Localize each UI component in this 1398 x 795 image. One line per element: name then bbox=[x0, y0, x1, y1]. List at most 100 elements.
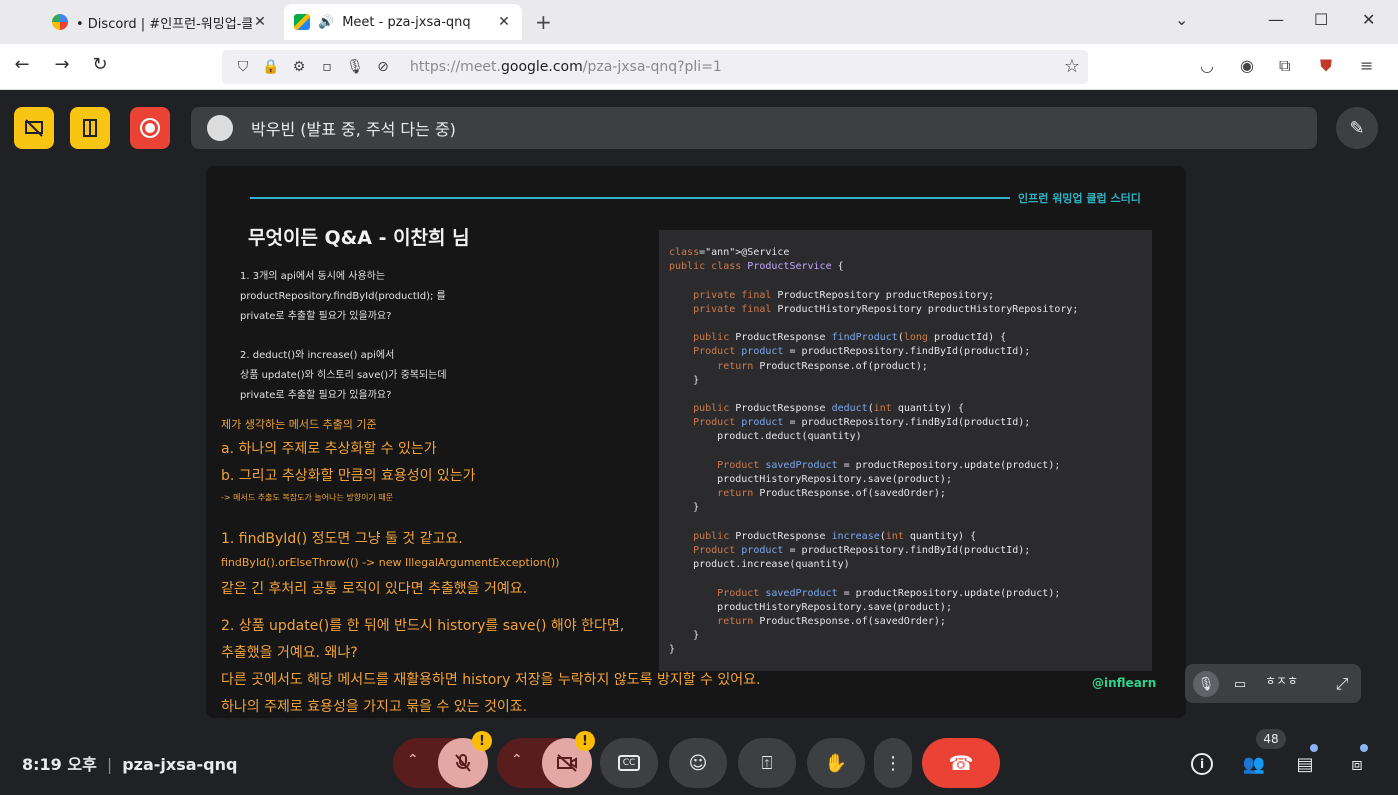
url-domain: google.com bbox=[501, 59, 583, 75]
url-prefix: https://meet. bbox=[410, 59, 501, 75]
question-line: productRepository.findById(productId); 를 bbox=[240, 291, 446, 302]
code-line: product.deduct(quantity) bbox=[669, 431, 862, 443]
answer-line: a. 하나의 주제로 추상화할 수 있는가 bbox=[221, 441, 437, 457]
info-icon[interactable]: i bbox=[1188, 750, 1216, 778]
chevron-up-icon[interactable]: ⌃ bbox=[511, 752, 523, 768]
expand-icon[interactable]: ⤢ bbox=[1329, 671, 1355, 697]
code-line: } bbox=[669, 374, 700, 386]
speaker-icon[interactable]: 🔊 bbox=[318, 15, 334, 30]
code-line: private final ProductHistoryRepository p… bbox=[693, 303, 1079, 315]
code-line: class="ann">@Service bbox=[669, 247, 790, 258]
url-text[interactable]: https://meet.google.com/pza-jxsa-qnq?pli… bbox=[410, 59, 722, 75]
maximize-icon[interactable]: ☐ bbox=[1314, 10, 1328, 29]
separator: | bbox=[106, 755, 113, 774]
chevron-up-icon[interactable]: ⌃ bbox=[407, 752, 419, 768]
mic-off-icon[interactable]: 🎙 bbox=[344, 56, 366, 78]
permissions-icon[interactable]: ⚙ bbox=[288, 56, 310, 78]
code-line: Product product = productRepository.find… bbox=[693, 346, 1031, 358]
participants-count-badge: 48 bbox=[1256, 729, 1286, 749]
emoji-icon: ☺ bbox=[688, 752, 708, 774]
tab-close-icon[interactable]: ✕ bbox=[496, 14, 512, 30]
answer-line: 2. 상품 update()를 한 뒤에 반드시 history를 save()… bbox=[221, 618, 625, 634]
pocket-icon[interactable]: ◡ bbox=[1200, 56, 1214, 75]
captions-button[interactable]: CC bbox=[600, 738, 658, 788]
tab-discord[interactable]: • Discord | #인프런-워밍업-클 ✕ bbox=[42, 4, 278, 40]
minimize-icon[interactable]: — bbox=[1268, 10, 1284, 29]
people-icon[interactable]: 👥 bbox=[1240, 750, 1268, 778]
back-arrow-icon[interactable]: ← bbox=[10, 54, 34, 75]
activities-icon[interactable]: ⧈ bbox=[1343, 750, 1371, 778]
present-button[interactable]: ⍐ bbox=[738, 738, 796, 788]
question-line: 2. deduct()와 increase() api에서 bbox=[240, 350, 395, 361]
tab-title: • Discord | #인프런-워밍업-클 bbox=[76, 16, 252, 32]
self-view-tile[interactable]: 🎙 ▭ ㅎㅈㅎ ⤢ bbox=[1185, 664, 1361, 703]
shield-icon[interactable]: ⛉ bbox=[232, 56, 254, 78]
chat-icon[interactable]: ▤ bbox=[1291, 750, 1319, 778]
reload-icon[interactable]: ↻ bbox=[88, 54, 112, 75]
leave-presentation-button[interactable] bbox=[70, 107, 110, 149]
meet-favicon-icon bbox=[294, 14, 310, 30]
end-call-button[interactable]: ☎ bbox=[922, 738, 1000, 788]
camera-off-icon[interactable]: ▫ bbox=[316, 56, 338, 78]
lock-icon[interactable]: 🔒 bbox=[260, 56, 282, 78]
more-options-button[interactable]: ⋮ bbox=[874, 738, 912, 788]
answer-line: 제가 생각하는 메서드 추출의 기준 bbox=[221, 418, 377, 431]
new-tab-button[interactable]: + bbox=[535, 10, 552, 34]
screen-off-icon bbox=[25, 119, 43, 137]
tracking-off-icon[interactable]: ⊘ bbox=[372, 56, 394, 78]
extensions-icon[interactable]: ⧉ bbox=[1279, 56, 1290, 76]
code-line: productHistoryRepository.save(product); bbox=[669, 474, 952, 485]
browser-nav-bar: ← → ↻ ⛉ 🔒 ⚙ ▫ 🎙 ⊘ https://meet.google.co… bbox=[0, 44, 1398, 90]
tab-title: Meet - pza-jxsa-qnq bbox=[342, 14, 471, 30]
answer-line: 같은 긴 후처리 공통 로직이 있다면 추출했을 거예요. bbox=[221, 581, 528, 597]
slide-top-rule bbox=[250, 197, 1010, 199]
question-line: 1. 3개의 api에서 동시에 사용하는 bbox=[240, 271, 386, 282]
record-icon bbox=[140, 118, 160, 138]
present-off-button[interactable] bbox=[14, 107, 54, 149]
tab-meet[interactable]: 🔊 Meet - pza-jxsa-qnq ✕ bbox=[284, 4, 522, 40]
presenter-text: 박우빈 (발표 중, 주석 다는 중) bbox=[251, 120, 456, 139]
annotate-pen-icon[interactable]: ✎ bbox=[1336, 107, 1378, 149]
discord-favicon-icon bbox=[52, 14, 68, 30]
record-button[interactable] bbox=[130, 107, 170, 149]
bookmark-star-icon[interactable]: ☆ bbox=[1064, 56, 1080, 77]
code-line: product.increase(quantity) bbox=[669, 559, 850, 571]
code-line: public ProductResponse increase(int quan… bbox=[693, 530, 977, 542]
tab-list-chevron-icon[interactable]: ⌄ bbox=[1175, 10, 1188, 29]
question-line: 상품 update()와 히스토리 save()가 중복되는데 bbox=[240, 370, 447, 381]
mic-warning-icon: ! bbox=[472, 731, 492, 751]
raise-hand-button[interactable]: ✋ bbox=[807, 738, 865, 788]
code-line: Product product = productRepository.find… bbox=[693, 417, 1031, 429]
more-vert-icon: ⋮ bbox=[884, 752, 902, 774]
tab-close-icon[interactable]: ✕ bbox=[252, 14, 268, 30]
close-window-icon[interactable]: ✕ bbox=[1362, 10, 1375, 29]
reactions-button[interactable]: ☺ bbox=[669, 738, 727, 788]
answer-line: b. 그리고 추상화할 만큼의 효용성이 있는가 bbox=[221, 468, 476, 484]
code-line: } bbox=[669, 630, 700, 642]
account-icon[interactable]: ◉ bbox=[1240, 56, 1254, 75]
inflearn-logo: @inflearn bbox=[1092, 676, 1157, 690]
answer-line: -> 메서드 추출도 복잡도가 늘어나는 방향이기 때문 bbox=[221, 493, 394, 502]
answer-line: 추출했을 거예요. 왜냐? bbox=[221, 645, 358, 661]
mic-off-icon: 🎙 bbox=[1193, 671, 1219, 697]
chat-notification-dot bbox=[1310, 744, 1318, 752]
shared-slide: 인프런 워밍업 클럽 스터디 무엇이든 Q&A - 이찬희 님 1. 3개의 a… bbox=[206, 166, 1186, 718]
code-block: class="ann">@Service public class Product… bbox=[659, 230, 1152, 671]
menu-icon[interactable]: ≡ bbox=[1360, 56, 1373, 75]
meeting-info: 8:19 오후 | pza-jxsa-qnq bbox=[22, 751, 237, 775]
code-line: public class ProductService { bbox=[669, 261, 844, 273]
forward-arrow-icon[interactable]: → bbox=[50, 54, 74, 75]
code-line: Product savedProduct = productRepository… bbox=[717, 587, 1061, 599]
code-line: public ProductResponse findProduct(long … bbox=[693, 332, 1007, 344]
captions-icon: CC bbox=[617, 755, 641, 771]
address-bar[interactable]: ⛉ 🔒 ⚙ ▫ 🎙 ⊘ https://meet.google.com/pza-… bbox=[222, 50, 1088, 84]
code-line: public ProductResponse deduct(int quanti… bbox=[693, 403, 965, 415]
camera-off-icon: ▭ bbox=[1233, 676, 1247, 692]
camera-warning-icon: ! bbox=[575, 731, 595, 751]
ublock-icon[interactable]: ⛊ bbox=[1320, 56, 1332, 76]
avatar bbox=[207, 115, 233, 141]
